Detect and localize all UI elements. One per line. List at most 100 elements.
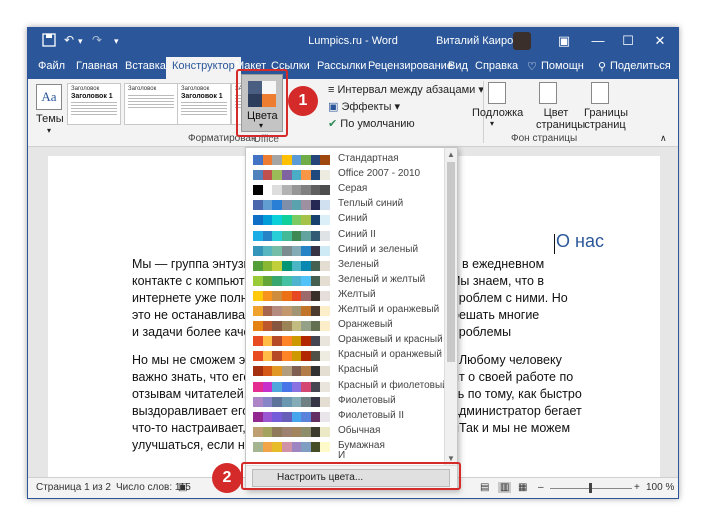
color-swatch	[310, 366, 321, 377]
user-name[interactable]: Виталий Каиров	[436, 35, 519, 47]
tab-mailings[interactable]: Рассылки	[317, 60, 366, 72]
color-swatch	[291, 260, 302, 271]
style-set-lines	[71, 102, 117, 116]
color-scheme-item[interactable]: Синий	[246, 212, 442, 227]
color-swatch	[310, 351, 321, 362]
set-as-default-button[interactable]: ✔ По умолчанию	[328, 117, 415, 130]
tab-insert[interactable]: Вставка	[125, 60, 166, 72]
color-swatch	[253, 321, 263, 332]
color-scheme-label: Фиолетовый	[338, 394, 396, 406]
page-count[interactable]: Страница 1 из 2	[36, 482, 111, 493]
style-set-heading: Заголовок 1	[71, 93, 113, 100]
watermark-icon[interactable]	[488, 82, 506, 104]
color-scheme-label: Желтый	[338, 288, 376, 300]
color-scheme-item[interactable]: Стандартная	[246, 152, 442, 167]
color-swatch	[281, 396, 292, 407]
color-swatch	[281, 260, 292, 271]
title-bar: ↶ ▾ ↷ ▾ Lumpics.ru - Word Виталий Каиров…	[28, 28, 678, 55]
color-scheme-item[interactable]: Серая	[246, 182, 442, 197]
color-swatch	[281, 426, 292, 437]
color-swatch	[281, 275, 292, 286]
tab-help[interactable]: Справка	[475, 60, 518, 72]
watermark-dropdown-icon[interactable]: ▾	[490, 119, 494, 128]
page-color-icon[interactable]	[539, 82, 557, 104]
color-scheme-item[interactable]: Зеленый и желтый	[246, 273, 442, 288]
style-set-thumb[interactable]: Заголовок	[124, 83, 178, 125]
color-scheme-item[interactable]: Office 2007 - 2010	[246, 167, 442, 182]
watermark-button[interactable]: Подложка	[472, 107, 523, 119]
tab-file[interactable]: Файл	[38, 60, 65, 72]
tell-me-search[interactable]: Помощн	[541, 60, 584, 72]
ribbon-display-options-button[interactable]: ▣	[552, 31, 576, 51]
read-mode-icon[interactable]: ▤	[480, 482, 489, 493]
color-swatch	[291, 170, 302, 181]
color-scheme-item[interactable]: Фиолетовый II	[246, 409, 442, 424]
dropdown-scrollbar[interactable]: ▲ ▼	[444, 148, 457, 489]
close-button[interactable]: ✕	[648, 31, 672, 51]
color-swatch	[291, 200, 302, 211]
color-swatch	[301, 290, 311, 301]
color-swatch-strip	[253, 290, 330, 301]
themes-icon[interactable]: Aa	[36, 84, 62, 110]
color-swatch	[291, 321, 302, 332]
collapse-ribbon-icon[interactable]: ∧	[660, 133, 667, 144]
color-swatch-strip	[253, 426, 330, 437]
scroll-up-icon[interactable]: ▲	[447, 150, 455, 159]
color-scheme-item[interactable]: Желтый и оранжевый	[246, 303, 442, 318]
color-scheme-partial: И	[246, 450, 442, 461]
restore-button[interactable]: ☐	[616, 31, 640, 51]
zoom-out-button[interactable]: –	[538, 482, 544, 493]
color-scheme-item[interactable]: Красный и оранжевый	[246, 348, 442, 363]
proofing-icon[interactable]: ▣	[178, 482, 187, 493]
color-scheme-label: Оранжевый	[338, 319, 393, 331]
tab-view[interactable]: Вид	[448, 60, 468, 72]
color-scheme-item[interactable]: Теплый синий	[246, 197, 442, 212]
themes-dropdown-icon[interactable]: ▾	[47, 126, 51, 135]
page-borders-icon[interactable]	[591, 82, 609, 104]
effects-button[interactable]: ▣ Эффекты ▾	[328, 100, 400, 113]
color-scheme-item[interactable]: Синий II	[246, 228, 442, 243]
style-set-thumb[interactable]: Заголовок Заголовок 1	[177, 83, 231, 125]
color-scheme-item[interactable]: Красный	[246, 363, 442, 378]
paragraph-spacing-button[interactable]: ≡ Интервал между абзацами ▾	[328, 83, 484, 96]
color-scheme-label: Стандартная	[338, 153, 399, 164]
page-borders-button[interactable]: Границы страниц	[584, 107, 628, 131]
color-scheme-label: Оранжевый и красный	[338, 334, 443, 346]
scrollbar-thumb[interactable]	[447, 162, 455, 362]
tab-review[interactable]: Рецензирование	[368, 60, 453, 72]
web-layout-icon[interactable]: ▦	[518, 482, 527, 493]
color-scheme-item[interactable]: Оранжевый и красный	[246, 333, 443, 348]
color-scheme-item[interactable]: Фиолетовый	[246, 394, 442, 409]
share-button[interactable]: Поделиться	[610, 60, 671, 72]
avatar[interactable]	[513, 32, 531, 50]
color-scheme-item[interactable]: Красный и фиолетовый	[246, 379, 448, 394]
minimize-button[interactable]: —	[586, 31, 610, 51]
color-swatch	[272, 366, 282, 377]
color-swatch	[281, 290, 292, 301]
zoom-in-button[interactable]: +	[634, 482, 640, 493]
zoom-slider-thumb[interactable]	[589, 483, 592, 493]
color-scheme-item[interactable]: Оранжевый	[246, 318, 442, 333]
color-swatch	[272, 426, 282, 437]
color-swatch-strip	[253, 366, 330, 377]
color-scheme-item[interactable]: Обычная	[246, 424, 442, 439]
colors-dropdown: Стандартная Office 2007 - 2010 Серая Теплый…	[245, 147, 458, 490]
color-swatch-strip	[253, 185, 330, 196]
tab-home[interactable]: Главная	[76, 60, 118, 72]
window-title: Lumpics.ru - Word	[308, 35, 398, 47]
color-scheme-item[interactable]: Желтый	[246, 288, 442, 303]
color-scheme-label: Зеленый	[338, 258, 379, 270]
print-layout-icon[interactable]: ▥	[498, 482, 512, 493]
color-swatch	[262, 275, 273, 286]
color-scheme-item[interactable]: Зеленый	[246, 258, 442, 273]
color-swatch	[301, 396, 311, 407]
themes-label[interactable]: Темы	[36, 113, 64, 125]
tab-design[interactable]: Конструктор	[166, 57, 241, 79]
color-swatch	[262, 381, 273, 392]
style-set-thumb[interactable]: Заголовок Заголовок 1	[67, 83, 121, 125]
page-color-button[interactable]: Цвет страницы	[536, 107, 585, 131]
zoom-level[interactable]: 100 %	[646, 482, 674, 493]
color-scheme-item[interactable]: Синий и зеленый	[246, 243, 442, 258]
color-swatch	[320, 381, 330, 392]
color-scheme-label: Красный и фиолетовый	[338, 379, 448, 391]
